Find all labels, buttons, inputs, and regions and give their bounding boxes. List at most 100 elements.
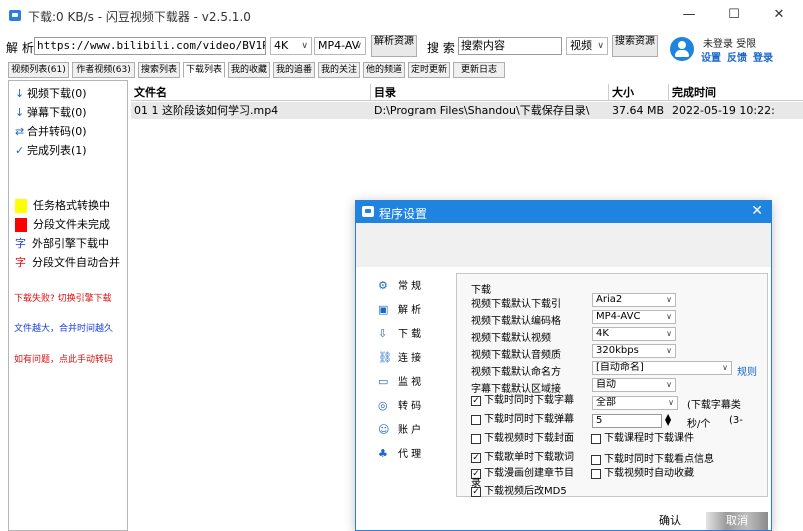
download-highlights-checkbox[interactable]: 下载时同时下载看点信息	[591, 455, 766, 465]
feedback-link[interactable]: 反馈	[727, 53, 747, 64]
quality-value: 4K	[274, 39, 289, 52]
column-header-filename[interactable]: 文件名	[131, 84, 371, 101]
chevron-down-icon: ∨	[666, 295, 672, 304]
tab-scheduled-update[interactable]: 定时更新	[408, 62, 450, 78]
download-danmaku-checkbox[interactable]: 下载时同时下载弹幕	[471, 415, 583, 425]
download-courseware-checkbox[interactable]: 下载课程时下载课件	[591, 434, 703, 444]
codec-select[interactable]: MP4-AVC ∨	[592, 310, 676, 324]
dialog-header-space	[356, 223, 771, 267]
tab-following[interactable]: 我的关注	[318, 62, 360, 78]
search-type-select[interactable]: 视频 ∨	[566, 37, 608, 55]
engine-label: 视频下载默认下载引	[471, 299, 561, 310]
nav-download[interactable]: ⇩ 下 载	[378, 325, 421, 341]
sidebar-item-label: 完成列表(1)	[27, 144, 87, 157]
chevron-down-icon: ∨	[666, 346, 672, 355]
chevron-down-icon: ∨	[666, 329, 672, 338]
tab-video-list[interactable]: 视频列表(61)	[8, 62, 69, 78]
general-icon: ⚙	[378, 279, 388, 292]
dialog-close-button[interactable]: ✕	[751, 203, 763, 219]
download-lyrics-checkbox[interactable]: ✓ 下载歌单时下载歌词	[471, 453, 583, 463]
column-header-size[interactable]: 大小	[609, 84, 669, 101]
nav-transcode[interactable]: ◎ 转 码	[378, 397, 421, 413]
avatar[interactable]	[670, 37, 694, 61]
chevron-down-icon: ∨	[301, 41, 308, 51]
engine-select[interactable]: Aria2 ∨	[592, 293, 676, 307]
checkbox-label: 下载歌单时下载歌词	[484, 452, 574, 463]
settings-link[interactable]: 设置	[701, 53, 721, 64]
search-button[interactable]: 搜索资源	[612, 35, 658, 57]
checkbox-label: 下载时同时下载弹幕	[484, 414, 574, 425]
parse-button[interactable]: 解析资源	[371, 35, 417, 57]
login-link[interactable]: 登录	[753, 53, 773, 64]
legend-label: 分段文件自动合并	[32, 256, 120, 269]
close-button[interactable]: ✕	[762, 4, 796, 26]
user-links: 设置 反馈 登录	[701, 49, 779, 64]
audio-quality-label: 视频下载默认音频质	[471, 350, 561, 361]
checkbox-label: 下载视频后改MD5	[484, 486, 567, 497]
switch-engine-link[interactable]: 下载失败? 切换引擎下载	[14, 291, 112, 304]
modify-md5-checkbox[interactable]: ✓ 下载视频后改MD5	[471, 487, 646, 497]
nav-connection[interactable]: ⛓ 连 接	[378, 349, 421, 365]
column-header-finish-time[interactable]: 完成时间	[669, 84, 803, 101]
chevron-down-icon: ∨	[355, 41, 362, 51]
url-input[interactable]: https://www.bilibili.com/video/BV1PE4	[34, 37, 266, 55]
nav-account[interactable]: ☺ 账 户	[378, 421, 421, 437]
tab-channel[interactable]: 他的频道	[363, 62, 405, 78]
nav-parse[interactable]: ▣ 解 析	[378, 301, 421, 317]
dialog-title-bar: 程序设置 ✕	[356, 201, 771, 223]
checkbox-label: 下载视频时自动收藏	[604, 468, 694, 479]
tab-following-anime[interactable]: 我的追番	[273, 62, 315, 78]
speed-input[interactable]: 5	[592, 414, 662, 428]
download-icon: ↓	[15, 87, 25, 100]
account-icon: ☺	[378, 423, 390, 436]
cell-finish-time: 2022-05-19 10:22:	[669, 102, 803, 119]
tab-author-videos[interactable]: 作者视频(63)	[72, 62, 135, 78]
tab-favorites[interactable]: 我的收藏	[228, 62, 270, 78]
video-quality-label: 视频下载默认视频	[471, 333, 551, 344]
subtitle-region-select[interactable]: 自动 ∨	[592, 378, 676, 392]
search-input[interactable]: 搜索内容	[458, 37, 562, 55]
auto-favorite-checkbox[interactable]: 下载视频时自动收藏	[591, 469, 703, 479]
parse-icon: ▣	[378, 303, 389, 316]
column-header-directory[interactable]: 目录	[371, 84, 609, 101]
cell-filename: 01 1 这阶段该如何学习.mp4	[131, 102, 371, 119]
format-select[interactable]: MP4-AV ∨	[314, 37, 366, 55]
subtitle-type-select[interactable]: 全部 ∨	[592, 396, 678, 410]
search-label: 搜 索	[427, 41, 455, 55]
sidebar-item-video-download[interactable]: ↓ 视频下载(0)	[15, 85, 87, 101]
nav-monitor[interactable]: ▭ 监 视	[378, 373, 421, 389]
engine-value: Aria2	[596, 294, 623, 305]
nav-proxy[interactable]: ♣ 代 理	[378, 445, 421, 461]
download-cover-checkbox[interactable]: 下载视频时下载封面	[471, 434, 583, 444]
cancel-button[interactable]: 取消	[706, 512, 768, 530]
sidebar-item-danmaku-download[interactable]: ↓ 弹幕下载(0)	[15, 104, 87, 120]
naming-rule-link[interactable]: 规则	[737, 363, 757, 378]
sidebar-item-completed[interactable]: ✓ 完成列表(1)	[15, 142, 87, 158]
quality-select[interactable]: 4K ∨	[270, 37, 312, 55]
spinner-icon[interactable]: ▲ ▼	[665, 413, 671, 427]
tab-changelog[interactable]: 更新日志	[453, 62, 505, 78]
legend-label: 分段文件未完成	[33, 218, 110, 231]
minimize-button[interactable]: —	[672, 4, 706, 26]
video-quality-select[interactable]: 4K ∨	[592, 327, 676, 341]
title-bar: 下载:0 KB/s - 闪豆视频下载器 - v2.5.1.0 — ☐ ✕	[0, 0, 803, 30]
chevron-down-icon: ∨	[722, 363, 728, 372]
tab-download-list[interactable]: 下载列表	[183, 62, 225, 78]
audio-quality-select[interactable]: 320kbps ∨	[592, 344, 676, 358]
subtitle-region-value: 自动	[596, 379, 616, 390]
ok-button[interactable]: 确认	[646, 512, 694, 530]
sidebar-item-label: 视频下载(0)	[27, 87, 87, 100]
download-subtitles-checkbox[interactable]: ✓ 下载时同时下载字幕	[471, 396, 583, 406]
sidebar-item-merge-transcode[interactable]: ⇄ 合并转码(0)	[15, 123, 87, 139]
tab-search-list[interactable]: 搜索列表	[138, 62, 180, 78]
nav-label: 连 接	[398, 353, 422, 364]
nav-label: 解 析	[398, 305, 422, 316]
manual-transcode-link[interactable]: 如有问题，点此手动转码	[14, 352, 113, 365]
codec-label: 视频下载默认编码格	[471, 316, 561, 327]
transcode-icon: ◎	[378, 399, 388, 412]
maximize-button[interactable]: ☐	[717, 4, 751, 26]
app-icon	[362, 206, 374, 217]
nav-general[interactable]: ⚙ 常 规	[378, 277, 421, 293]
cell-size: 37.64 MB	[609, 102, 669, 119]
naming-select[interactable]: [自动命名] ∨	[592, 361, 732, 375]
